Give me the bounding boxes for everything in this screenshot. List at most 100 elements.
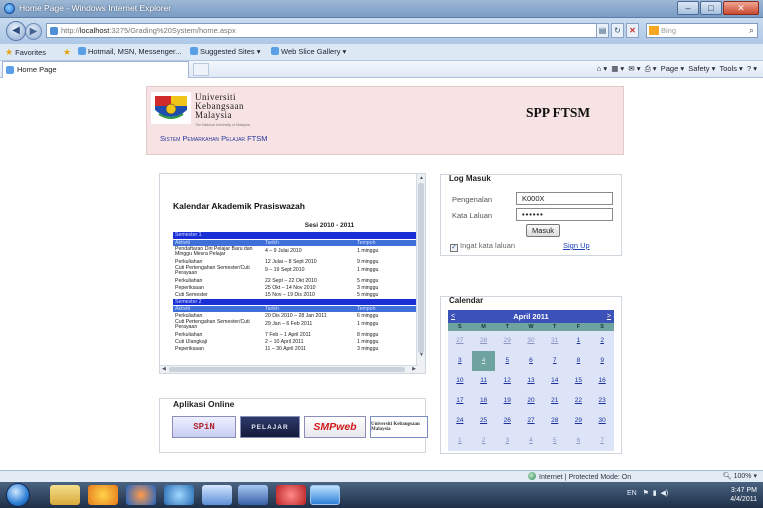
favorite-web-slice[interactable]: Web Slice Gallery ▾ — [271, 47, 346, 56]
document-taskbar-icon[interactable] — [202, 485, 232, 505]
favorite-suggested-sites[interactable]: Suggested Sites ▾ — [190, 47, 260, 56]
favorites-button[interactable]: ★ Favorites — [5, 47, 46, 58]
vertical-scroll-thumb[interactable] — [418, 183, 424, 353]
new-tab-button[interactable] — [193, 63, 209, 76]
calendar-day[interactable]: 26 — [495, 411, 519, 431]
visual-studio-taskbar-icon[interactable] — [238, 485, 268, 505]
calendar-day[interactable]: 18 — [472, 391, 496, 411]
calendar-day[interactable]: 9 — [590, 351, 614, 371]
help-icon[interactable]: ? ▾ — [747, 64, 757, 73]
paint-taskbar-icon[interactable] — [276, 485, 306, 505]
username-field[interactable]: K000X — [516, 192, 613, 205]
tools-menu[interactable]: Tools ▾ — [719, 64, 742, 73]
refresh-icon[interactable]: ↻ — [611, 23, 624, 38]
calendar-day[interactable]: 20 — [519, 391, 543, 411]
calendar-day[interactable]: 2 — [590, 331, 614, 351]
scroll-up-icon[interactable]: ▲ — [417, 174, 426, 182]
explorer-taskbar-icon[interactable] — [50, 485, 80, 505]
calendar-day[interactable]: 11 — [472, 371, 496, 391]
calendar-day[interactable]: 8 — [567, 351, 591, 371]
calendar-day[interactable]: 7 — [543, 351, 567, 371]
add-favorite-icon[interactable]: ★ — [63, 47, 71, 58]
password-field[interactable]: •••••• — [516, 208, 613, 221]
calendar-day-selected[interactable]: 4 — [471, 351, 496, 371]
spin-link[interactable]: SPiN — [172, 416, 236, 438]
tab-home-page[interactable]: Home Page — [2, 61, 189, 78]
calendar-day[interactable]: 29 — [567, 411, 591, 431]
zoom-level[interactable]: 🔍︎ 100% ▾ — [723, 472, 757, 480]
minimize-button[interactable]: – — [677, 1, 699, 15]
calendar-day[interactable]: 30 — [590, 411, 614, 431]
pelajar-link[interactable]: PELAJAR — [240, 416, 300, 438]
calendar-day[interactable]: 30 — [519, 331, 543, 351]
firefox-taskbar-icon[interactable] — [126, 485, 156, 505]
smpweb-link[interactable]: SMPweb — [304, 416, 366, 438]
compatibility-view-icon[interactable]: ▤ — [596, 23, 609, 38]
calendar-day[interactable]: 10 — [448, 371, 472, 391]
calendar-day[interactable]: 6 — [519, 351, 543, 371]
vertical-scrollbar[interactable]: ▲ ▼ — [416, 174, 425, 373]
calendar-day[interactable]: 24 — [448, 411, 472, 431]
favorite-hotmail[interactable]: Hotmail, MSN, Messenger... — [78, 47, 181, 56]
home-icon[interactable]: ⌂ ▾ — [597, 64, 607, 73]
search-input[interactable]: Bing ⌕ — [646, 23, 758, 38]
print-icon[interactable]: ⎙ ▾ — [645, 64, 657, 73]
calendar-day[interactable]: 1 — [567, 331, 591, 351]
start-button[interactable] — [6, 483, 30, 507]
calendar-day[interactable]: 28 — [543, 411, 567, 431]
calendar-day[interactable]: 3 — [448, 351, 472, 371]
tray-network-icon[interactable]: ▮ — [653, 490, 657, 497]
calendar-day[interactable]: 17 — [448, 391, 472, 411]
maximize-button[interactable]: □ — [700, 1, 722, 15]
login-button[interactable]: Masuk — [526, 224, 560, 237]
tray-flag-icon[interactable]: ⚑ — [643, 490, 649, 497]
calendar-day[interactable]: 19 — [495, 391, 519, 411]
calendar-day[interactable]: 5 — [495, 351, 519, 371]
remember-me[interactable]: ✓ Ingat kata laluan — [450, 241, 515, 252]
next-month-button[interactable]: > — [607, 310, 611, 323]
mail-icon[interactable]: ✉ ▾ — [628, 64, 640, 73]
calendar-day[interactable]: 14 — [543, 371, 567, 391]
calendar-day[interactable]: 25 — [472, 411, 496, 431]
security-zone[interactable]: Internet | Protected Mode: On — [528, 472, 631, 481]
calendar-day[interactable]: 28 — [472, 331, 496, 351]
back-button[interactable]: ◀ — [6, 21, 26, 41]
calendar-day[interactable]: 27 — [519, 411, 543, 431]
horizontal-scrollbar[interactable]: ◀ ▶ — [160, 365, 418, 373]
calendar-day[interactable]: 2 — [472, 431, 496, 451]
calendar-day[interactable]: 22 — [567, 391, 591, 411]
sign-up-link[interactable]: Sign Up — [563, 241, 590, 250]
calendar-day[interactable]: 21 — [543, 391, 567, 411]
calendar-day[interactable]: 12 — [495, 371, 519, 391]
calendar-day[interactable]: 7 — [590, 431, 614, 451]
calendar-day[interactable]: 15 — [567, 371, 591, 391]
calendar-day[interactable]: 27 — [448, 331, 472, 351]
calendar-day[interactable]: 13 — [519, 371, 543, 391]
remember-checkbox[interactable]: ✓ — [450, 244, 458, 252]
scroll-down-icon[interactable]: ▼ — [417, 351, 426, 359]
calendar-day[interactable]: 1 — [448, 431, 472, 451]
address-bar[interactable]: http://localhost:3275/Grading%20System/h… — [46, 23, 598, 38]
previous-month-button[interactable]: < — [451, 310, 455, 323]
media-taskbar-icon[interactable] — [88, 485, 118, 505]
calendar-day[interactable]: 29 — [495, 331, 519, 351]
calendar-day[interactable]: 4 — [519, 431, 543, 451]
page-menu[interactable]: Page ▾ — [661, 64, 684, 73]
calendar-day[interactable]: 31 — [543, 331, 567, 351]
feeds-icon[interactable]: ▦ ▾ — [611, 64, 624, 73]
calendar-day[interactable]: 23 — [590, 391, 614, 411]
internet-explorer-taskbar-icon[interactable] — [310, 485, 340, 505]
academic-calendar-scroll-area[interactable]: Kalendar Akademik Prasiswazah Sesi 2010 … — [160, 187, 425, 353]
language-indicator[interactable]: EN — [627, 490, 637, 497]
ukm-link[interactable]: Universiti Kebangsaan Malaysia — [370, 416, 428, 438]
search-icon[interactable]: ⌕ — [749, 24, 754, 37]
close-button[interactable]: ✕ — [723, 1, 759, 15]
stop-icon[interactable]: ✕ — [626, 23, 639, 38]
tray-volume-icon[interactable]: ◀) — [661, 490, 669, 497]
forward-button[interactable]: ▶ — [25, 23, 42, 40]
clock[interactable]: 3:47 PM 4/4/2011 — [730, 486, 757, 504]
calendar-day[interactable]: 16 — [590, 371, 614, 391]
calendar-day[interactable]: 6 — [567, 431, 591, 451]
calendar-day[interactable]: 5 — [543, 431, 567, 451]
safety-menu[interactable]: Safety ▾ — [688, 64, 715, 73]
